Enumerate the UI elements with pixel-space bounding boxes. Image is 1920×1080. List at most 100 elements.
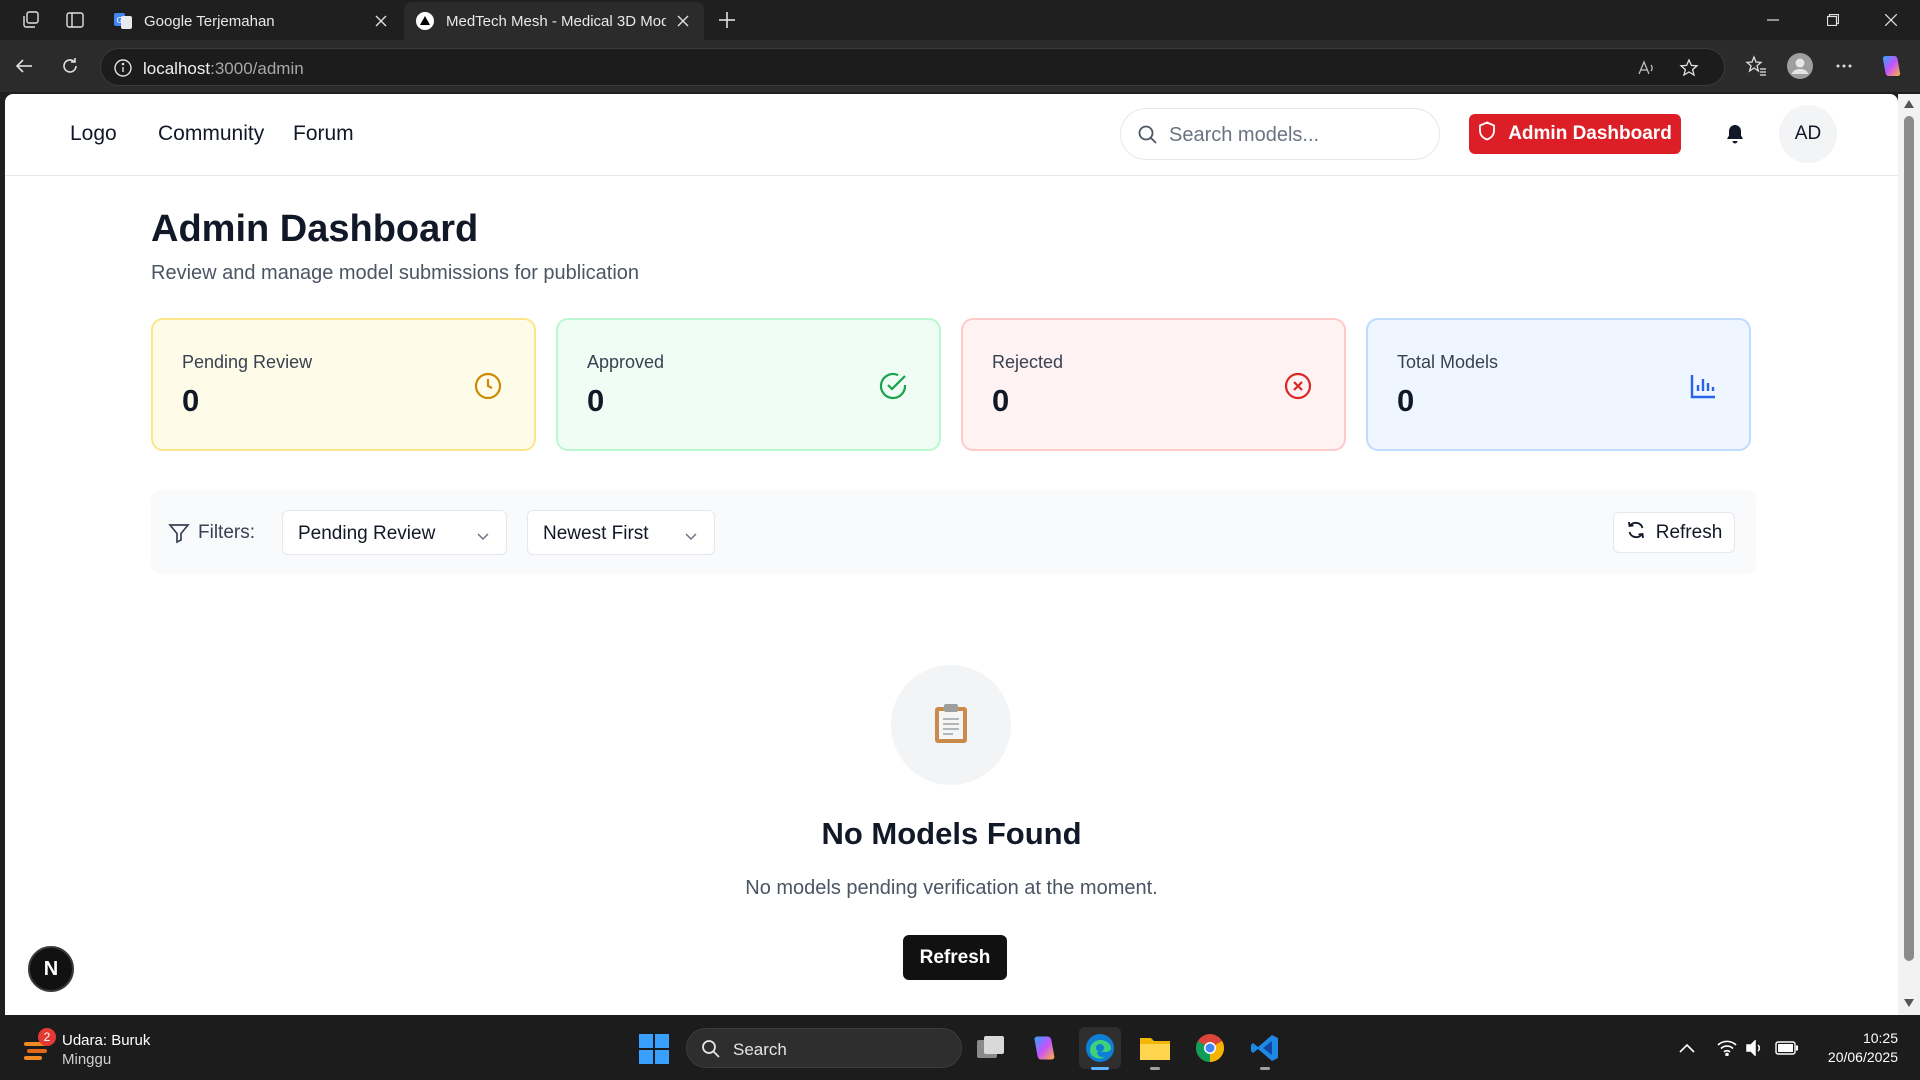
weather-title: Udara: Buruk (62, 1032, 151, 1049)
taskbar-clock[interactable]: 10:25 20/06/2025 (1808, 1029, 1898, 1067)
stat-value: 0 (182, 383, 200, 418)
windows-start-icon[interactable] (639, 1034, 669, 1069)
admin-dashboard-button[interactable]: Admin Dashboard (1469, 114, 1681, 154)
battery-icon[interactable] (1774, 1037, 1800, 1059)
refresh-icon (1626, 520, 1646, 546)
page-title: Admin Dashboard (151, 208, 479, 250)
refresh-label: Refresh (1655, 521, 1723, 543)
tab-medtech-mesh[interactable]: MedTech Mesh - Medical 3D Mod (404, 2, 704, 40)
chevron-down-icon (684, 527, 698, 549)
taskbar-search-label: Search (733, 1040, 787, 1059)
scroll-down-icon[interactable] (1904, 999, 1914, 1007)
task-view-icon[interactable] (970, 1027, 1012, 1069)
tab-title: Google Terjemahan (144, 12, 275, 30)
page-viewport: Logo Community Forum Admin Dashboard AD … (5, 94, 1898, 1015)
stat-value: 0 (587, 383, 605, 418)
minimize-icon[interactable] (1750, 4, 1796, 36)
stat-value: 0 (1397, 383, 1415, 418)
bell-icon[interactable] (1722, 121, 1748, 147)
status-filter-value: Pending Review (298, 523, 436, 544)
running-indicator (1150, 1067, 1160, 1070)
new-tab-icon[interactable] (714, 8, 740, 32)
stat-label: Rejected (992, 352, 1064, 372)
wifi-icon[interactable] (1716, 1037, 1738, 1059)
search-box (1120, 108, 1440, 160)
stat-label: Total Models (1397, 352, 1499, 372)
shield-icon (1478, 121, 1496, 147)
stat-card-total: Total Models 0 (1366, 318, 1751, 451)
taskbar-search[interactable]: Search (686, 1028, 962, 1068)
profile-icon[interactable] (1784, 50, 1816, 82)
volume-icon[interactable] (1744, 1037, 1766, 1059)
weather-widget[interactable]: 2 Udara: Buruk Minggu (22, 1028, 151, 1069)
read-aloud-icon[interactable] (1636, 58, 1656, 83)
empty-state-title: No Models Found (821, 816, 1082, 851)
search-input[interactable] (1169, 119, 1419, 151)
chevron-up-icon[interactable] (1676, 1037, 1698, 1059)
search-icon (1137, 124, 1158, 150)
tab-google-terjemahan[interactable]: G Google Terjemahan (102, 2, 402, 40)
nextjs-dev-indicator[interactable]: N (28, 946, 74, 992)
clock-date: 20/06/2025 (1827, 1049, 1898, 1065)
weather-badge: 2 (38, 1028, 56, 1046)
stat-label: Pending Review (182, 352, 313, 372)
empty-state-refresh-button[interactable]: Refresh (903, 935, 1007, 980)
windows-taskbar: 2 Udara: Buruk Minggu Search 10:25 20/06… (0, 1015, 1920, 1080)
tab-title: MedTech Mesh - Medical 3D Mod (446, 12, 666, 30)
search-icon (701, 1039, 721, 1064)
copilot-app-icon[interactable] (1024, 1027, 1066, 1069)
refresh-button[interactable]: Refresh (1613, 512, 1735, 553)
edge-browser-icon[interactable] (1079, 1027, 1121, 1070)
scrollbar-thumb[interactable] (1904, 116, 1914, 961)
weather-sub: Minggu (62, 1051, 112, 1068)
stat-card-approved: Approved 0 (556, 318, 941, 451)
clipboard-icon (933, 702, 969, 749)
address-bar[interactable]: localhost:3000/admin (100, 48, 1725, 86)
browser-tab-strip: G Google Terjemahan MedTech Mesh - Medic… (0, 0, 1920, 40)
empty-state-message: No models pending verification at the mo… (745, 877, 1158, 899)
status-filter-select[interactable]: Pending Review (282, 510, 507, 555)
running-indicator (1260, 1067, 1270, 1070)
clock-time: 10:25 (1862, 1030, 1898, 1046)
x-circle-icon (1282, 370, 1314, 402)
site-info-icon[interactable] (113, 58, 133, 83)
filters-label: Filters: (198, 522, 255, 543)
vertical-tabs-icon[interactable] (62, 8, 88, 32)
favorites-icon[interactable] (1740, 50, 1772, 82)
restore-icon[interactable] (1810, 4, 1856, 36)
page-scrollbar[interactable] (1898, 94, 1920, 1015)
close-tab-icon[interactable] (674, 12, 692, 30)
workspaces-icon[interactable] (18, 8, 44, 32)
copilot-icon[interactable] (1876, 50, 1908, 82)
filters-bar: Filters: Pending Review Newest First Ref… (151, 490, 1756, 574)
chrome-icon[interactable] (1189, 1027, 1231, 1069)
nav-community[interactable]: Community (158, 122, 264, 146)
nav-forum[interactable]: Forum (293, 122, 354, 146)
stat-card-pending: Pending Review 0 (151, 318, 536, 451)
back-icon[interactable] (8, 50, 40, 82)
more-menu-icon[interactable] (1828, 50, 1860, 82)
logo-link[interactable]: Logo (70, 122, 117, 146)
sort-select[interactable]: Newest First (527, 510, 715, 555)
close-window-icon[interactable] (1868, 4, 1914, 36)
sort-value: Newest First (543, 523, 649, 544)
bar-chart-icon (1687, 370, 1719, 402)
reload-icon[interactable] (54, 50, 86, 82)
weather-icon: 2 (22, 1028, 56, 1066)
app-header: Logo Community Forum Admin Dashboard AD (5, 94, 1898, 176)
close-tab-icon[interactable] (372, 12, 390, 30)
url-text: localhost:3000/admin (143, 59, 304, 78)
page-subtitle: Review and manage model submissions for … (151, 262, 640, 284)
google-translate-icon: G (114, 12, 132, 30)
file-explorer-icon[interactable] (1134, 1027, 1176, 1070)
scroll-up-icon[interactable] (1904, 100, 1914, 108)
stat-label: Approved (587, 352, 665, 372)
chevron-down-icon (476, 527, 490, 549)
svg-text:G: G (117, 16, 123, 25)
vscode-icon[interactable] (1244, 1027, 1286, 1070)
favorite-star-icon[interactable] (1679, 58, 1699, 83)
avatar[interactable]: AD (1779, 105, 1837, 163)
empty-state-icon-circle (891, 665, 1011, 785)
clock-icon (472, 370, 504, 402)
stat-value: 0 (992, 383, 1010, 418)
